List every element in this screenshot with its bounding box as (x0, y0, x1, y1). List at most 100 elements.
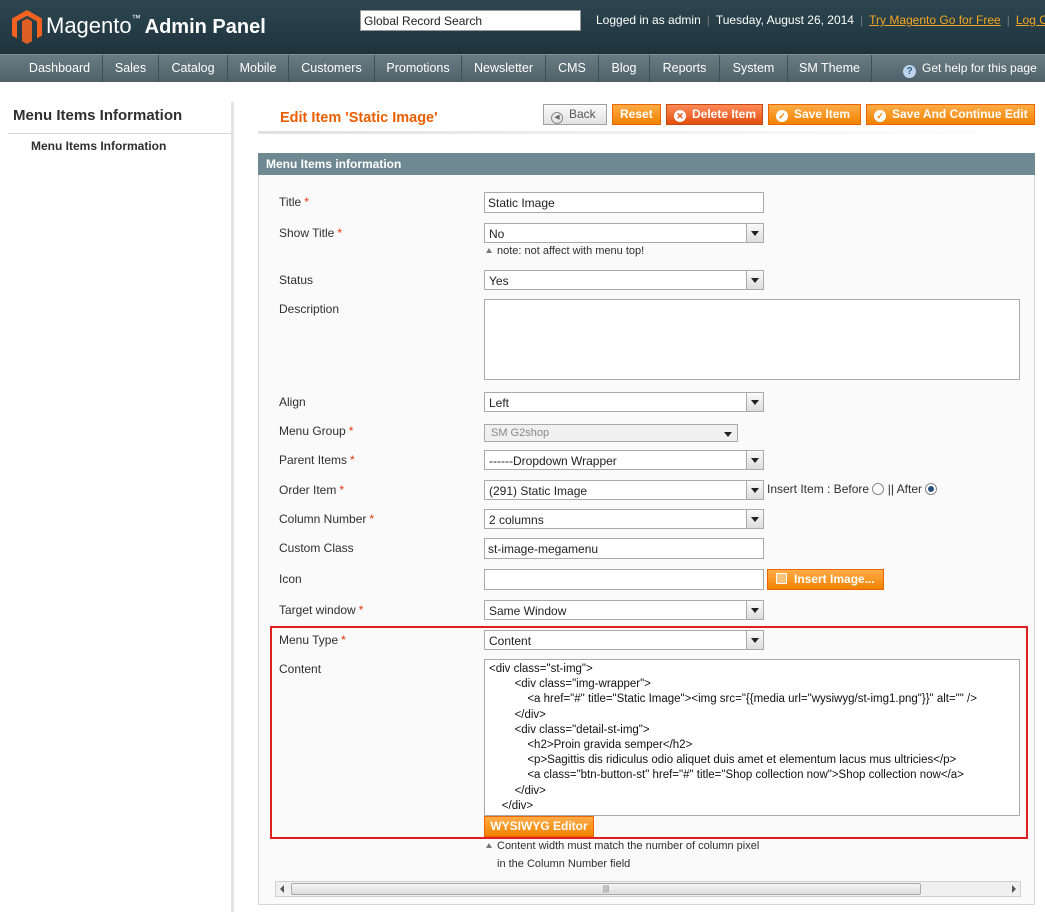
insert-image-button[interactable]: Insert Image... (767, 569, 884, 590)
nav-item-cms[interactable]: CMS (546, 55, 599, 82)
order-item-select[interactable]: (291) Static Image (484, 480, 764, 500)
menu-group-label: Menu Group * (279, 424, 354, 438)
horizontal-scrollbar[interactable]: ||| (275, 881, 1021, 897)
save-button-label: Save Item (794, 107, 851, 121)
nav-item-mobile[interactable]: Mobile (228, 55, 289, 82)
image-icon (776, 573, 787, 584)
page-title-underline (258, 131, 1038, 134)
nav-item-dashboard[interactable]: Dashboard (17, 55, 103, 82)
align-label: Align (279, 395, 306, 409)
back-button-label: Back (569, 107, 596, 121)
save-item-button[interactable]: ✓ Save Item (768, 104, 861, 125)
scrollbar-thumb[interactable]: ||| (291, 883, 921, 895)
custom-class-label: Custom Class (279, 541, 354, 555)
sidebar-divider (8, 133, 232, 134)
insert-position-group: Insert Item : Before || After (767, 482, 938, 496)
description-label: Description (279, 302, 340, 316)
logged-in-text: Logged in as admin (596, 13, 701, 27)
date-text: Tuesday, August 26, 2014 (715, 13, 854, 27)
target-window-select[interactable]: Same Window (484, 600, 764, 620)
content-label: Content (279, 662, 322, 676)
scroll-left-arrow-icon[interactable] (280, 885, 284, 893)
nav-item-system[interactable]: System (720, 55, 788, 82)
chevron-down-icon (746, 481, 763, 499)
show-title-label: Show Title * (279, 226, 343, 240)
try-magento-link[interactable]: Try Magento Go for Free (869, 13, 1001, 27)
chevron-down-icon (746, 601, 763, 619)
help-link[interactable]: ? Get help for this page (903, 55, 1037, 82)
custom-class-input[interactable]: st-image-megamenu (484, 538, 764, 559)
column-number-select[interactable]: 2 columns (484, 509, 764, 529)
column-number-label: Column Number * (279, 512, 375, 526)
nav-item-reports[interactable]: Reports (650, 55, 720, 82)
content-note: Content width must match the number of c… (486, 840, 759, 852)
sidebar-tab-menu-items-information[interactable]: Menu Items Information (31, 139, 166, 153)
admin-header: Magento™Admin Panel Logged in as admin|T… (0, 0, 1045, 54)
title-label: Title * (279, 195, 309, 209)
help-link-label: Get help for this page (922, 61, 1037, 75)
menu-type-select[interactable]: Content (484, 630, 764, 650)
note-triangle-icon (486, 248, 492, 253)
save-and-continue-button[interactable]: ✓ Save And Continue Edit (866, 104, 1035, 125)
chevron-down-icon (746, 271, 763, 289)
chevron-down-icon (746, 451, 763, 469)
align-select[interactable]: Left (484, 392, 764, 412)
menu-type-label: Menu Type * (279, 633, 346, 647)
order-item-label: Order Item * (279, 483, 345, 497)
magento-logo-icon (12, 10, 42, 44)
page-title: Edit Item 'Static Image' (280, 110, 438, 126)
chevron-down-icon (746, 510, 763, 528)
delete-button-label: Delete Item (692, 107, 757, 121)
target-window-label: Target window * (279, 603, 364, 617)
sidebar-separator (231, 102, 234, 912)
app-title: Magento™ Admin Panel (46, 13, 266, 38)
save-continue-check-icon: ✓ (874, 110, 886, 122)
delete-item-button[interactable]: ✕ Delete Item (666, 104, 763, 125)
wysiwyg-editor-button[interactable]: WYSIWYG Editor (484, 816, 594, 837)
insert-image-label: Insert Image... (794, 572, 875, 586)
fieldset-header: Menu Items information (258, 153, 1035, 175)
chevron-down-icon (746, 393, 763, 411)
main-nav: Dashboard Sales Catalog Mobile Customers… (0, 54, 1045, 82)
menu-group-select: SM G2shop (484, 424, 738, 442)
insert-after-label: || After (887, 482, 922, 496)
content-note-line-2: in the Column Number field (497, 858, 631, 870)
insert-before-radio[interactable] (872, 483, 885, 495)
nav-item-customers[interactable]: Customers (289, 55, 375, 82)
nav-item-promotions[interactable]: Promotions (375, 55, 462, 82)
parent-items-select[interactable]: ------Dropdown Wrapper (484, 450, 764, 470)
nav-item-catalog[interactable]: Catalog (159, 55, 228, 82)
chevron-down-icon (746, 224, 763, 242)
description-textarea[interactable] (484, 299, 1020, 380)
parent-items-label: Parent Items * (279, 453, 355, 467)
chevron-down-icon (746, 631, 763, 649)
app-name-suffix: Admin Panel (144, 16, 266, 38)
status-select[interactable]: Yes (484, 270, 764, 290)
nav-item-sm-theme[interactable]: SM Theme (788, 55, 872, 82)
global-search-input[interactable] (360, 10, 581, 31)
nav-item-blog[interactable]: Blog (599, 55, 650, 82)
nav-item-sales[interactable]: Sales (103, 55, 159, 82)
delete-icon: ✕ (674, 110, 686, 122)
status-label: Status (279, 273, 314, 287)
title-input[interactable]: Static Image (484, 192, 764, 213)
chevron-down-icon (720, 425, 737, 443)
sidebar-title: Menu Items Information (13, 107, 183, 124)
back-arrow-icon: ◀ (551, 112, 563, 124)
scroll-right-arrow-icon[interactable] (1012, 885, 1016, 893)
logout-link[interactable]: Log Out (1016, 13, 1045, 27)
reset-button[interactable]: Reset (612, 104, 661, 125)
help-icon: ? (903, 65, 916, 78)
nav-item-newsletter[interactable]: Newsletter (462, 55, 546, 82)
back-button[interactable]: ◀ Back (543, 104, 607, 125)
icon-label: Icon (279, 572, 302, 586)
insert-before-label: Insert Item : Before (767, 482, 870, 496)
show-title-select[interactable]: No (484, 223, 764, 243)
content-textarea[interactable]: <div class="st-img"> <div class="img-wra… (484, 659, 1020, 816)
insert-after-radio[interactable] (925, 483, 938, 495)
icon-input[interactable] (484, 569, 764, 590)
note-triangle-icon (486, 843, 492, 848)
app-name: Magento (46, 13, 132, 38)
header-user-bar: Logged in as admin | Tuesday, August 26, 2… (596, 13, 1045, 27)
save-continue-label: Save And Continue Edit (892, 107, 1028, 121)
